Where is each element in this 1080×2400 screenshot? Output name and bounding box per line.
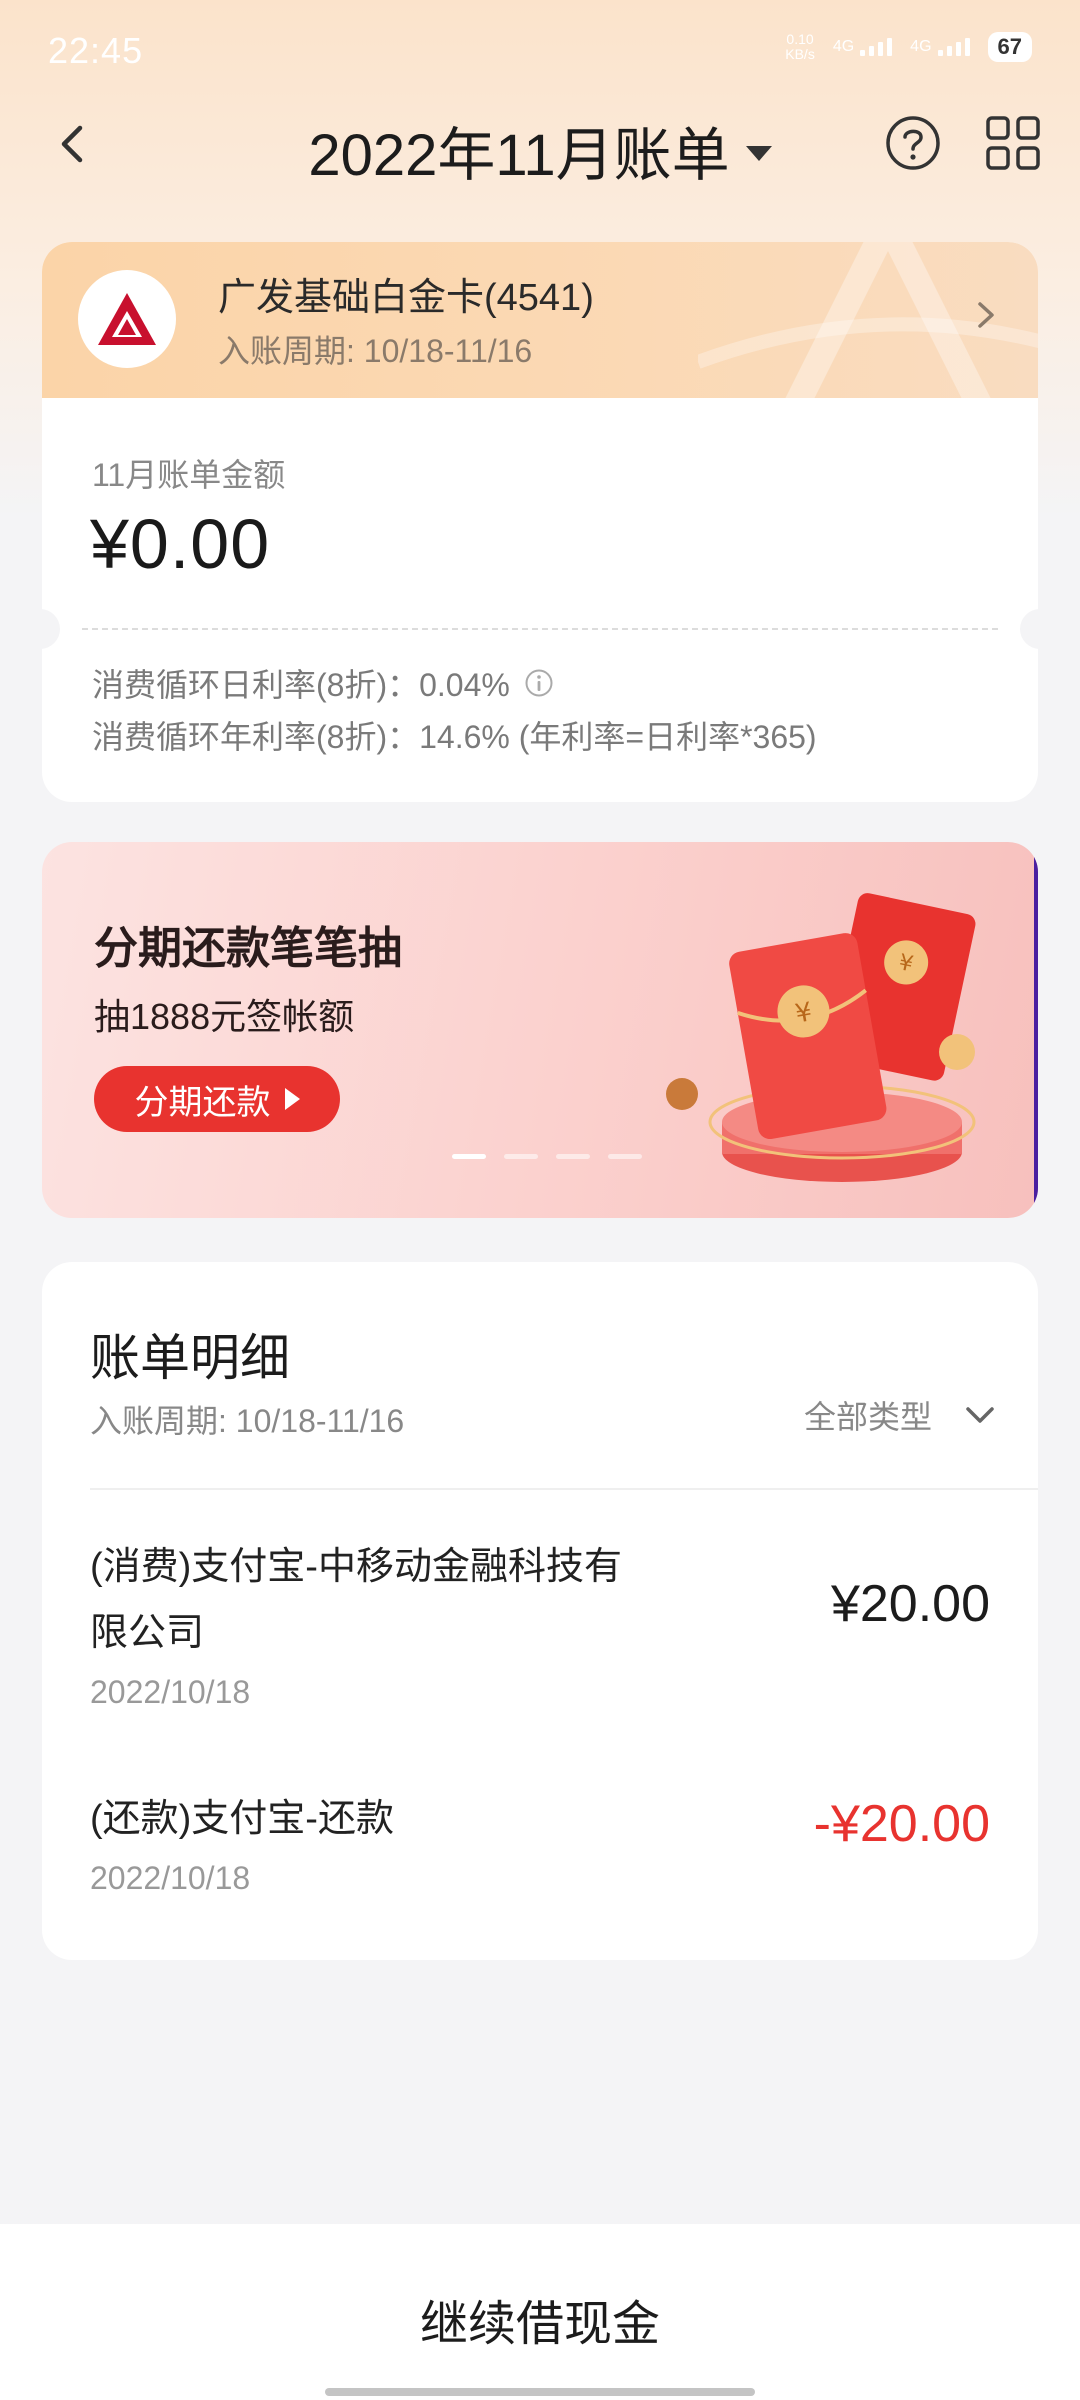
signal-icon: 4G <box>910 38 970 56</box>
type-filter-dropdown[interactable]: 全部类型 <box>804 1392 998 1438</box>
daily-rate-row: 消费循环日利率(8折)：0.04% <box>92 660 554 706</box>
installment-button[interactable]: 分期还款 <box>94 1066 340 1132</box>
signal-icon: 4G <box>832 38 893 56</box>
banner-edge <box>1034 854 1038 1204</box>
bill-summary-card: 广发基础白金卡(4541) 入账周期: 10/18-11/16 11月账单金额 … <box>42 242 1038 802</box>
page-title: 2022年11月账单 <box>308 123 730 188</box>
card-name: 广发基础白金卡(4541) <box>218 277 594 319</box>
card-notch <box>1020 609 1038 649</box>
carousel-indicator <box>452 1154 642 1159</box>
network-speed-value: 0.10 <box>786 31 814 47</box>
detail-period: 入账周期: 10/18-11/16 <box>90 1403 405 1439</box>
signal-label: 4G <box>832 38 855 55</box>
help-button[interactable] <box>884 114 942 172</box>
card-period: 入账周期: 10/18-11/16 <box>218 333 533 369</box>
network-speed: 0.10 KB/s <box>785 32 815 62</box>
grid-icon <box>986 116 1040 170</box>
status-time: 22:45 <box>48 30 144 71</box>
signal-label: 4G <box>910 38 932 55</box>
menu-button[interactable] <box>984 114 1042 172</box>
installment-button-label: 分期还款 <box>134 1083 271 1122</box>
banner-title: 分期还款笔笔抽 <box>94 924 402 973</box>
banner-subtitle: 抽1888元签帐额 <box>94 996 355 1037</box>
bottom-bar: 继续借现金 <box>0 2224 1080 2400</box>
promo-banner[interactable]: 分期还款笔笔抽 抽1888元签帐额 分期还款 ¥ ¥ <box>42 842 1038 1218</box>
transaction-date: 2022/10/18 <box>90 1674 251 1710</box>
annual-rate-text: 消费循环年利率(8折)：14.6% (年利率=日利率*365) <box>92 719 817 755</box>
carousel-dot <box>556 1154 590 1159</box>
red-envelope-illustration: ¥ ¥ <box>666 893 976 1182</box>
carousel-dot <box>504 1154 538 1159</box>
transaction-description: (消费)支付宝-中移动金融科技有限公司 <box>90 1546 622 1654</box>
nav-bar: 2022年11月账单 <box>0 100 1080 190</box>
home-indicator[interactable] <box>325 2388 755 2396</box>
network-speed-unit: KB/s <box>785 46 815 62</box>
borrow-cash-button[interactable]: 继续借现金 <box>0 2284 1080 2354</box>
section-title: 账单明细 <box>90 1330 290 1386</box>
transaction-amount: -¥20.00 <box>813 1795 990 1853</box>
transaction-description: (还款)支付宝-还款 <box>90 1798 394 1840</box>
dashed-divider <box>82 628 998 630</box>
status-indicators: 0.10 KB/s 4G 4G 67 <box>785 32 1032 62</box>
amount-label: 11月账单金额 <box>92 457 286 493</box>
transaction-row[interactable]: (还款)支付宝-还款 2022/10/18 -¥20.00 <box>90 1786 990 1926</box>
transaction-row[interactable]: (消费)支付宝-中移动金融科技有限公司 2022/10/18 ¥20.00 <box>90 1534 990 1734</box>
play-icon <box>284 1088 300 1110</box>
transaction-date: 2022/10/18 <box>90 1860 251 1896</box>
carousel-dot <box>608 1154 642 1159</box>
daily-rate-text: 消费循环日利率(8折)：0.04% <box>92 667 510 703</box>
card-notch <box>42 609 60 649</box>
caret-down-icon <box>745 146 772 162</box>
bill-amount: ¥0.00 <box>90 505 271 583</box>
status-bar: 22:45 0.10 KB/s 4G 4G 67 <box>0 0 1080 100</box>
chevron-right-icon <box>978 302 994 328</box>
info-icon[interactable] <box>524 668 554 698</box>
divider <box>90 1488 1038 1490</box>
chevron-down-icon <box>966 1407 994 1423</box>
bank-logo-icon <box>98 293 156 345</box>
card-header[interactable]: 广发基础白金卡(4541) 入账周期: 10/18-11/16 <box>42 242 1038 398</box>
transaction-amount: ¥20.00 <box>830 1575 990 1633</box>
battery-icon: 67 <box>987 32 1032 62</box>
carousel-dot <box>452 1154 486 1159</box>
type-filter-label: 全部类型 <box>803 1399 932 1435</box>
question-circle-icon <box>886 116 940 170</box>
bank-logo <box>78 270 176 368</box>
bill-details-section: 账单明细 入账周期: 10/18-11/16 全部类型 (消费)支付宝-中移动金… <box>42 1262 1038 1960</box>
